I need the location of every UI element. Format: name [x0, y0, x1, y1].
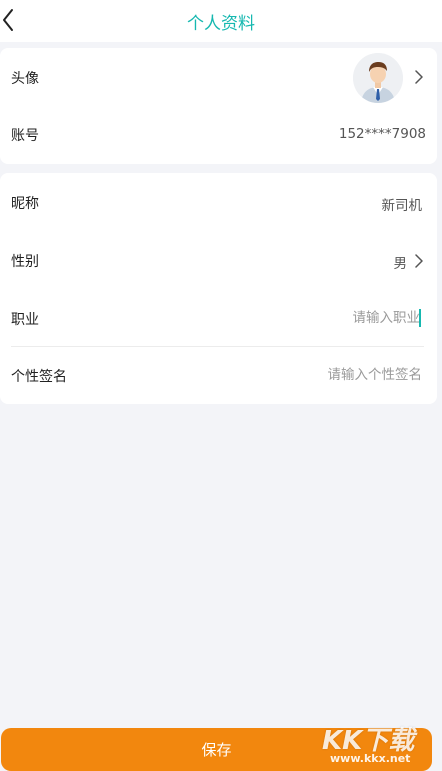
- avatar-man-icon: [353, 53, 403, 103]
- avatar[interactable]: [353, 53, 403, 103]
- nickname-row[interactable]: 昵称 新司机: [0, 173, 437, 231]
- text-cursor: [419, 309, 421, 327]
- chevron-right-icon: [415, 70, 423, 84]
- account-row: 账号 152****7908: [0, 106, 437, 164]
- gender-row[interactable]: 性别 男: [0, 231, 437, 289]
- gender-value: 男: [393, 256, 408, 272]
- avatar-row[interactable]: 头像: [0, 48, 437, 106]
- signature-row: 个性签名: [0, 347, 437, 404]
- top-bar: 个人资料: [0, 0, 442, 42]
- occupation-row: 职业: [0, 289, 437, 347]
- signature-input[interactable]: [202, 363, 422, 387]
- page-title: 个人资料: [187, 14, 255, 34]
- signature-label: 个性签名: [11, 369, 67, 385]
- nickname-label: 昵称: [11, 196, 39, 212]
- nickname-value: 新司机: [381, 198, 423, 214]
- occupation-input[interactable]: [200, 306, 420, 330]
- chevron-right-icon: [415, 254, 423, 268]
- account-label: 账号: [11, 128, 39, 144]
- account-card: 头像 账号 152****7908: [0, 48, 437, 164]
- save-button[interactable]: 保存: [1, 728, 432, 771]
- account-value: 152****7908: [338, 126, 426, 142]
- avatar-label: 头像: [11, 71, 39, 87]
- occupation-label: 职业: [11, 312, 39, 328]
- gender-label: 性别: [11, 254, 39, 270]
- profile-card: 昵称 新司机 性别 男 职业 个性签名: [0, 173, 437, 404]
